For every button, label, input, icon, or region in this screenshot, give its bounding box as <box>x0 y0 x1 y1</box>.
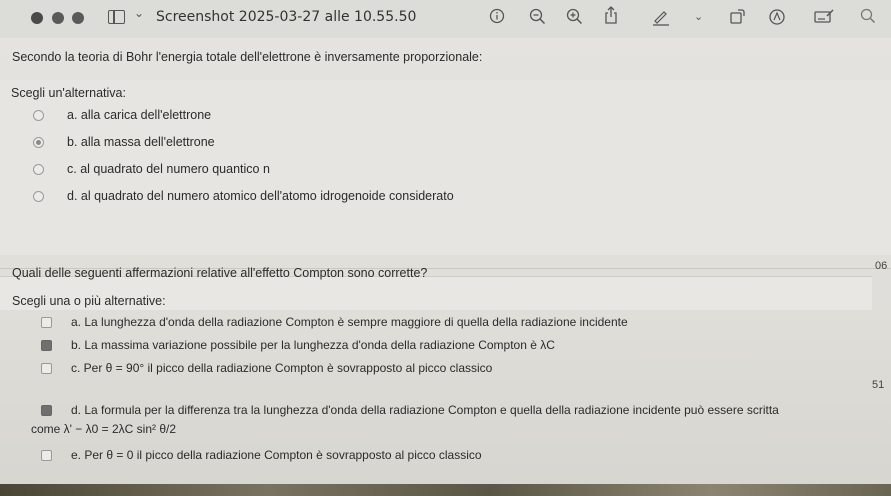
chevron-down-icon[interactable]: ⌄ <box>134 6 144 20</box>
share-icon[interactable] <box>604 5 618 25</box>
q2-option-label-b: b. La massima variazione possibile per l… <box>71 338 555 352</box>
window-titlebar: ⌄ Screenshot 2025-03-27 alle 10.55.50 ⌄ <box>0 0 891 38</box>
checkbox-option-c[interactable] <box>41 363 52 374</box>
fill-form-icon[interactable] <box>813 8 835 25</box>
close-window-button[interactable] <box>31 12 43 24</box>
chevron-down-icon[interactable]: ⌄ <box>694 8 703 26</box>
q2-option-label-c: c. Per θ = 90° il picco della radiazione… <box>71 361 493 375</box>
radio-option-a[interactable] <box>33 110 44 121</box>
q2-option-label-d-cont: come λ' − λ0 = 2λC sin² θ/2 <box>31 422 177 436</box>
checkbox-option-b[interactable] <box>41 340 52 351</box>
rotate-icon[interactable] <box>729 8 746 25</box>
checkbox-option-d[interactable] <box>41 405 52 416</box>
question2-prompt: Quali delle seguenti affermazioni relati… <box>12 266 428 280</box>
option-label-c: c. al quadrato del numero quantico n <box>67 162 270 176</box>
zoom-in-icon[interactable] <box>566 8 583 25</box>
side-number-top: 06 <box>875 260 888 272</box>
side-number-middle: 51 <box>872 379 885 391</box>
question2-instruction: Scegli una o più alternative: <box>12 294 166 308</box>
markup-pen-icon[interactable] <box>651 8 671 26</box>
search-icon[interactable] <box>860 8 876 24</box>
radio-option-c[interactable] <box>33 164 44 175</box>
q2-option-label-e: e. Per θ = 0 il picco della radiazione C… <box>71 448 482 462</box>
window-title: Screenshot 2025-03-27 alle 10.55.50 <box>156 9 417 25</box>
option-label-b: b. alla massa dell'elettrone <box>67 135 215 149</box>
sidebar-icon[interactable] <box>108 10 125 24</box>
maximize-window-button[interactable] <box>72 12 84 24</box>
checkbox-option-e[interactable] <box>41 450 52 461</box>
radio-option-d[interactable] <box>33 191 44 202</box>
info-icon[interactable] <box>489 8 505 24</box>
question1-answer-box: Scegli un'alternativa: a. alla carica de… <box>0 80 891 255</box>
zoom-out-icon[interactable] <box>529 8 546 25</box>
question1-prompt: Secondo la teoria di Bohr l'energia tota… <box>12 50 483 64</box>
option-label-a: a. alla carica dell'elettrone <box>67 108 212 122</box>
question1-instruction: Scegli un'alternativa: <box>11 86 126 100</box>
option-label-d: d. al quadrato del numero atomico dell'a… <box>67 189 454 203</box>
markup-icon[interactable] <box>768 8 786 26</box>
q2-option-label-a: a. La lunghezza d'onda della radiazione … <box>71 315 628 329</box>
checkbox-option-a[interactable] <box>41 317 52 328</box>
desk-background <box>0 484 891 496</box>
radio-option-b[interactable] <box>33 137 44 148</box>
document-view: Secondo la teoria di Bohr l'energia tota… <box>0 38 891 496</box>
q2-option-label-d: d. La formula per la differenza tra la l… <box>71 403 779 417</box>
minimize-window-button[interactable] <box>52 12 64 24</box>
